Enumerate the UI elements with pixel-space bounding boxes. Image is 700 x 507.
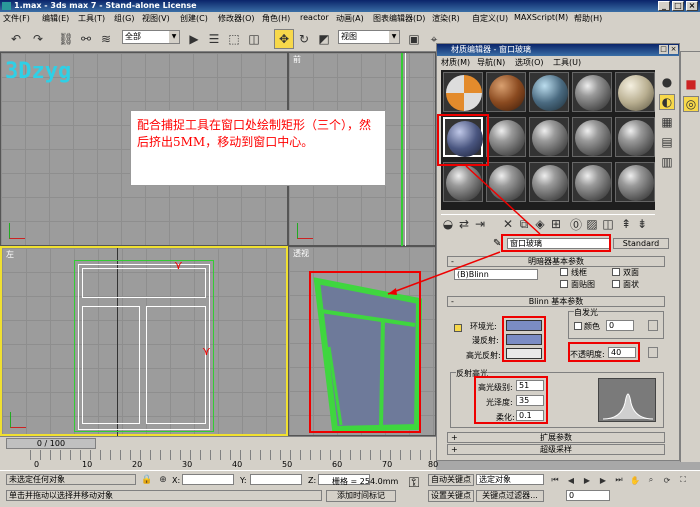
pan-icon[interactable]: ✋ <box>628 473 642 487</box>
play-icon[interactable]: ▶ <box>580 473 594 487</box>
add-time-tag-button[interactable]: 添加时间标记 <box>326 490 396 502</box>
track-ticks <box>30 450 436 460</box>
lock-selection-icon[interactable]: 🔒 <box>140 473 154 487</box>
x-label: X: <box>172 476 181 485</box>
orbit-icon[interactable]: ⟳ <box>660 473 674 487</box>
maximize-viewport-icon[interactable]: ⛶ <box>676 473 690 487</box>
go-to-start-icon[interactable]: ⏮ <box>548 473 562 487</box>
tick-label: 70 <box>382 460 393 469</box>
next-frame-icon[interactable]: ▶ <box>596 473 610 487</box>
tick-label: 0 <box>34 460 40 469</box>
time-slider-thumb[interactable]: 0 / 100 <box>6 438 96 449</box>
y-coordinate-field[interactable] <box>250 474 302 485</box>
tick-label: 30 <box>182 460 193 469</box>
absolute-mode-icon[interactable]: ⊕ <box>156 473 170 487</box>
selection-status: 未选定任何对象 <box>6 474 136 485</box>
tick-label: 20 <box>132 460 143 469</box>
time-slider[interactable]: 0 / 100 <box>0 436 436 450</box>
set-key-button[interactable]: 设置关键点 <box>428 490 474 502</box>
annotation-arrows <box>387 165 541 295</box>
y-label: Y: <box>240 476 247 485</box>
track-bar[interactable]: 0 10 20 30 40 50 60 70 80 <box>0 450 439 470</box>
key-icon[interactable]: ⚿ <box>404 475 424 503</box>
current-frame-field[interactable]: 0 <box>566 490 610 501</box>
x-coordinate-field[interactable] <box>182 474 234 485</box>
grid-size-label: 栅格 = 254.0mm <box>332 477 399 486</box>
tick-label: 50 <box>282 460 293 469</box>
z-label: Z: <box>308 476 317 485</box>
status-bar: 未选定任何对象 🔒 ⊕ X: Y: Z: 栅格 = 254.0mm 单击并拖动以… <box>0 470 700 507</box>
prompt-line: 单击并拖动以选择并移动对象 <box>6 490 322 501</box>
previous-frame-icon[interactable]: ◀ <box>564 473 578 487</box>
auto-key-button[interactable]: 自动关键点 <box>428 474 474 486</box>
tick-label: 10 <box>82 460 93 469</box>
go-to-end-icon[interactable]: ⏭ <box>612 473 626 487</box>
tick-label: 60 <box>332 460 343 469</box>
tick-label: 40 <box>232 460 243 469</box>
key-mode-dropdown[interactable]: 选定对象 <box>476 474 544 485</box>
zoom-icon[interactable]: ⌕ <box>644 473 658 487</box>
tick-label: 80 <box>428 460 439 469</box>
key-filters-button[interactable]: 关键点过滤器... <box>476 490 544 502</box>
